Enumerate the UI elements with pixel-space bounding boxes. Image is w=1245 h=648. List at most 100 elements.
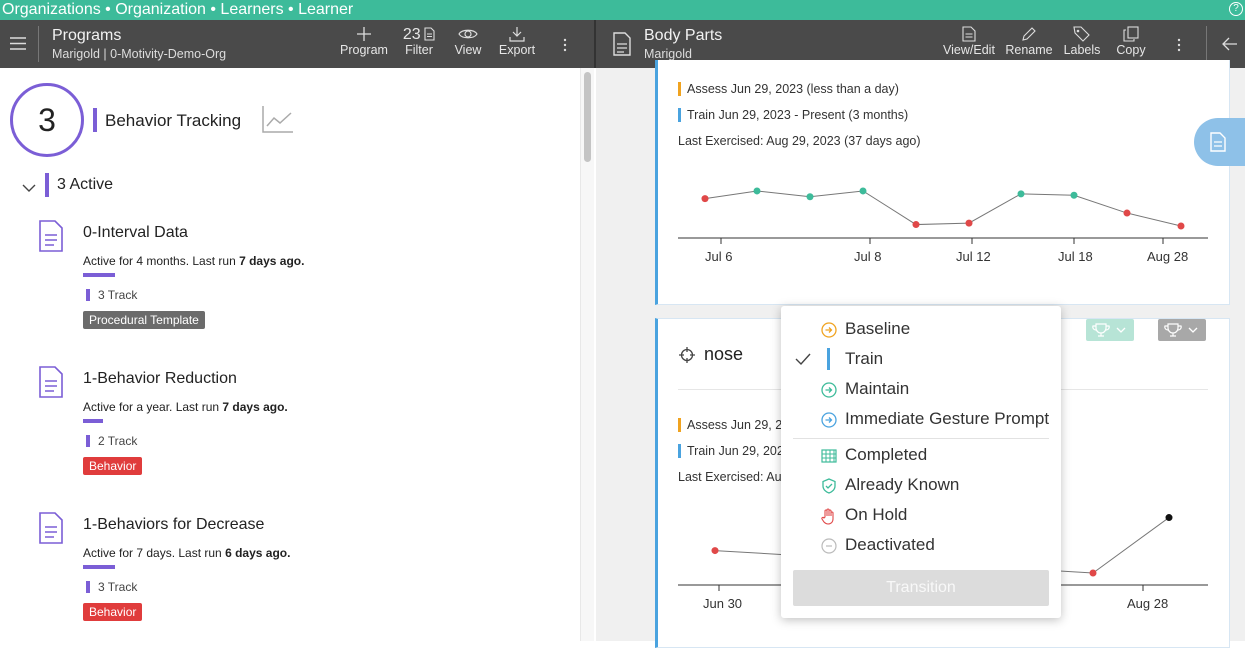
progress-chart — [678, 187, 1208, 244]
more-options-icon[interactable] — [562, 38, 568, 57]
data-point[interactable] — [1165, 514, 1173, 522]
menu-item-label: Train — [845, 349, 884, 368]
hand-stop-icon — [821, 508, 834, 525]
document-icon — [38, 512, 64, 549]
trophy-dropdown-button[interactable] — [1086, 319, 1134, 341]
program-meta: Active for 4 months. Last run 7 days ago… — [83, 254, 304, 268]
menu-item-label: Completed — [845, 445, 928, 464]
track-count: 3 Track — [86, 581, 137, 593]
progress-indicator — [83, 565, 115, 569]
menu-item-train[interactable]: Train — [781, 345, 1061, 375]
program-title: 1-Behaviors for Decrease — [83, 516, 265, 533]
data-point[interactable] — [859, 187, 867, 195]
menu-item-deactivated[interactable]: Deactivated — [781, 531, 1061, 561]
x-tick-label: Jul 18 — [1058, 249, 1093, 264]
data-point[interactable] — [711, 547, 719, 555]
arrow-circle-icon — [821, 382, 837, 398]
scrollbar-thumb[interactable] — [584, 72, 591, 162]
more-options-icon[interactable] — [1176, 38, 1182, 57]
back-arrow-icon[interactable] — [1222, 37, 1238, 56]
program-tag: Behavior — [83, 603, 143, 621]
data-point[interactable] — [1070, 191, 1078, 199]
train-indicator — [827, 348, 830, 370]
meta-last-run: 7 days ago. — [222, 400, 288, 414]
train-phase: Train Jun 29, 202 — [678, 444, 784, 458]
export-button[interactable]: Export — [494, 26, 540, 57]
pencil-icon — [1022, 27, 1036, 41]
transition-button[interactable]: Transition — [793, 570, 1049, 606]
filter-count: 23 — [402, 26, 421, 43]
document-icon — [1210, 132, 1226, 152]
toolbar-divider — [38, 26, 39, 62]
copy-button[interactable]: Copy — [1110, 26, 1152, 57]
program-tag: Procedural Template — [83, 311, 205, 329]
program-title: 0-Interval Data — [83, 224, 188, 241]
behavior-tracking-heading: Behavior Tracking — [105, 111, 242, 130]
chart-line-icon[interactable] — [261, 104, 295, 139]
chevron-down-icon[interactable] — [22, 180, 36, 198]
menu-item-completed[interactable]: Completed — [781, 441, 1061, 471]
x-tick-label: Jul 8 — [854, 249, 882, 264]
help-icon[interactable]: ? — [1229, 2, 1243, 16]
program-title: 1-Behavior Reduction — [83, 370, 237, 387]
filter-button[interactable]: 23 Filter — [398, 26, 440, 57]
data-point[interactable] — [701, 195, 709, 203]
view-edit-button[interactable]: View/Edit — [940, 26, 998, 57]
view-edit-label: View/Edit — [943, 43, 995, 57]
meta-text: Active for 7 days. Last run — [83, 546, 226, 560]
labels-label: Labels — [1063, 43, 1101, 57]
data-point[interactable] — [806, 193, 814, 201]
shield-check-icon — [822, 478, 836, 494]
menu-item-immediate-gesture-prompt[interactable]: Immediate Gesture Prompt — [781, 405, 1061, 435]
progress-indicator — [83, 273, 115, 277]
data-point[interactable] — [1017, 190, 1025, 198]
copy-label: Copy — [1116, 43, 1146, 57]
last-exercised: Last Exercised: Aug 29, 2023 (37 days ag… — [678, 134, 921, 148]
menu-item-label: Deactivated — [845, 535, 935, 554]
view-button[interactable]: View — [448, 26, 488, 57]
add-program-button[interactable]: Program — [338, 26, 390, 57]
trophy-icon — [1164, 323, 1198, 337]
x-tick-label: Jul 12 — [956, 249, 991, 264]
data-point[interactable] — [965, 219, 973, 227]
breadcrumb-text[interactable]: Organizations • Organization • Learners … — [2, 1, 353, 18]
meta-text: Active for 4 months. Last run — [83, 254, 240, 268]
rename-button[interactable]: Rename — [1004, 26, 1054, 57]
meta-text: Active for a year. Last run — [83, 400, 223, 414]
labels-button[interactable]: Labels — [1060, 26, 1104, 57]
data-point[interactable] — [753, 187, 761, 195]
program-meta: Active for a year. Last run 7 days ago. — [83, 400, 288, 414]
meta-last-run: 7 days ago. — [239, 254, 305, 268]
menu-item-on-hold[interactable]: On Hold — [781, 501, 1061, 531]
data-point[interactable] — [912, 221, 920, 229]
trophy-dropdown-button[interactable] — [1158, 319, 1206, 341]
meta-last-run: 6 days ago. — [225, 546, 291, 560]
notes-button[interactable] — [1194, 118, 1245, 166]
menu-item-baseline[interactable]: Baseline — [781, 315, 1061, 345]
programs-title: Programs — [52, 27, 122, 44]
programs-subtitle: Marigold | 0-Motivity-Demo-Org — [52, 47, 227, 61]
active-group-label[interactable]: 3 Active — [57, 176, 113, 194]
menu-icon[interactable] — [10, 37, 26, 55]
eye-icon — [458, 29, 478, 39]
filter-label: Filter — [405, 43, 433, 57]
menu-item-label: Immediate Gesture Prompt — [845, 409, 1050, 428]
program-title: Body Parts — [644, 27, 723, 44]
breadcrumb: Organizations • Organization • Learners … — [0, 0, 1245, 20]
add-program-label: Program — [340, 43, 388, 57]
last-exercised: Last Exercised: Aug — [678, 470, 789, 484]
target-title: nose — [704, 344, 744, 364]
track-count: 2 Track — [86, 435, 137, 447]
x-tick-label: Jun 30 — [703, 596, 743, 611]
data-point[interactable] — [1123, 209, 1131, 217]
data-point[interactable] — [1089, 569, 1097, 577]
crosshair-icon — [679, 347, 695, 368]
document-icon — [424, 27, 435, 41]
document-icon — [962, 26, 976, 42]
menu-item-label: Already Known — [845, 475, 960, 494]
menu-item-maintain[interactable]: Maintain — [781, 375, 1061, 405]
menu-item-already-known[interactable]: Already Known — [781, 471, 1061, 501]
data-point[interactable] — [1177, 222, 1185, 230]
plus-icon — [357, 27, 371, 41]
arrow-circle-icon — [821, 322, 837, 338]
